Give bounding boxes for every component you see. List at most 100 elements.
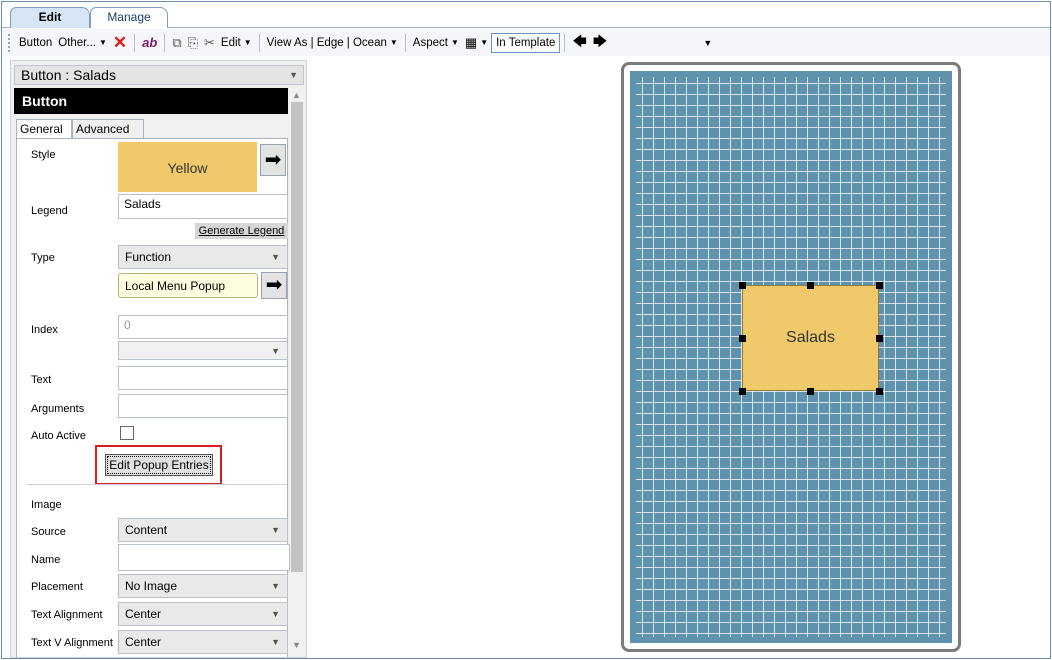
resize-handle[interactable] xyxy=(739,282,746,289)
resize-handle[interactable] xyxy=(807,282,814,289)
salads-button[interactable]: Salads xyxy=(742,285,879,391)
chevron-down-icon: ▼ xyxy=(243,38,252,47)
resize-handle[interactable] xyxy=(876,335,883,342)
name-field[interactable] xyxy=(118,544,290,571)
resize-handle[interactable] xyxy=(876,388,883,395)
source-select-value: Content xyxy=(125,523,168,537)
design-canvas[interactable]: Salads xyxy=(309,56,1050,658)
function-field[interactable]: Local Menu Popup xyxy=(118,273,258,298)
properties-panel: Button : Salads ▼ Button ▲ ▼ General Adv… xyxy=(10,60,307,658)
function-arrow-button[interactable]: ➡ xyxy=(261,272,287,299)
tab-edit[interactable]: Edit xyxy=(10,7,90,28)
name-label: Name xyxy=(31,554,61,566)
text-label: Text xyxy=(31,374,52,386)
placement-label: Placement xyxy=(31,581,83,593)
placement-select-value: No Image xyxy=(125,579,178,593)
type-select-value: Function xyxy=(125,250,172,264)
arguments-label: Arguments xyxy=(31,403,85,415)
style-swatch[interactable]: Yellow xyxy=(118,142,257,192)
edit-label: Edit xyxy=(220,36,241,49)
arguments-field[interactable] xyxy=(118,394,288,418)
panel-header: Button xyxy=(14,88,288,114)
view-as-dropdown[interactable]: View As | Edge | Ocean ▼ xyxy=(264,33,401,53)
source-label: Source xyxy=(31,526,66,538)
arrow-right-icon[interactable]: 🡆 xyxy=(590,33,610,53)
text-field[interactable] xyxy=(118,366,288,390)
panel-scrollbar[interactable]: ▲ ▼ xyxy=(288,88,305,657)
chevron-down-icon: ▼ xyxy=(271,252,280,262)
rename-ab-icon[interactable]: ab xyxy=(139,33,160,53)
button-tool[interactable]: Button xyxy=(16,33,55,53)
tab-bar: Edit Manage xyxy=(2,2,1050,28)
copy-icon[interactable]: ⧉ xyxy=(169,33,184,53)
resize-handle[interactable] xyxy=(876,282,883,289)
toolbar-grip[interactable] xyxy=(8,33,12,52)
aspect-dropdown[interactable]: Aspect ▼ xyxy=(410,33,462,53)
type-label: Type xyxy=(31,252,55,264)
chevron-down-icon: ▼ xyxy=(271,609,280,619)
resize-handle[interactable] xyxy=(807,388,814,395)
scroll-up-icon[interactable]: ▲ xyxy=(292,90,301,100)
other-label: Other... xyxy=(58,36,96,49)
auto-active-label: Auto Active xyxy=(31,430,87,442)
text-v-alignment-select-value: Center xyxy=(125,635,162,649)
general-tab-content: Style Yellow ➡ Legend Salads Generate Le… xyxy=(16,138,290,657)
text-alignment-select[interactable]: Center ▼ xyxy=(118,602,288,626)
resize-handle[interactable] xyxy=(739,388,746,395)
scrollbar-thumb[interactable] xyxy=(291,102,303,572)
index-field[interactable]: 0 xyxy=(118,315,288,339)
style-arrow-button[interactable]: ➡ xyxy=(260,144,286,176)
tab-advanced[interactable]: Advanced xyxy=(72,119,144,138)
image-section-label: Image xyxy=(31,499,62,511)
arrow-left-icon[interactable]: 🡄 xyxy=(569,33,589,53)
toolbar-separator xyxy=(258,33,260,52)
arrow-right-icon: ➡ xyxy=(264,149,282,171)
navigation-combo[interactable]: ▼ xyxy=(618,34,718,52)
grid-icon: ▦ xyxy=(464,34,478,50)
chevron-down-icon: ▼ xyxy=(450,38,459,47)
toolbar-separator xyxy=(164,33,166,52)
object-selector[interactable]: Button : Salads ▼ xyxy=(14,65,304,85)
tab-general[interactable]: General xyxy=(16,119,72,138)
in-template-toggle[interactable]: In Template xyxy=(491,32,561,53)
chevron-down-icon: ▼ xyxy=(289,70,298,80)
delete-icon[interactable]: ✕ xyxy=(110,33,130,53)
cut-icon[interactable]: ✂ xyxy=(201,33,218,53)
editor-window: Edit Manage Button Other... ▼ ✕ ab ⧉ ⎘ ✂ … xyxy=(1,1,1051,659)
placement-select[interactable]: No Image ▼ xyxy=(118,574,288,598)
object-selector-value: Button : Salads xyxy=(21,67,116,83)
grid-dropdown[interactable]: ▦ ▼ xyxy=(462,33,491,53)
toolbar: Button Other... ▼ ✕ ab ⧉ ⎘ ✂ Edit ▼ View A… xyxy=(2,29,1050,56)
scroll-down-icon[interactable]: ▼ xyxy=(292,640,301,650)
chevron-down-icon: ▼ xyxy=(389,38,398,47)
paste-icon[interactable]: ⎘ xyxy=(185,33,201,53)
chevron-down-icon: ▼ xyxy=(480,38,489,47)
section-divider xyxy=(27,484,287,485)
source-select[interactable]: Content ▼ xyxy=(118,518,288,542)
chevron-down-icon: ▼ xyxy=(98,38,107,47)
edit-popup-entries-button[interactable]: Edit Popup Entries xyxy=(105,454,213,476)
edit-dropdown[interactable]: Edit ▼ xyxy=(218,33,255,53)
index-label: Index xyxy=(31,324,58,336)
generate-legend-link[interactable]: Generate Legend xyxy=(195,223,288,239)
device-frame: Salads xyxy=(621,62,961,652)
layout-grid[interactable]: Salads xyxy=(630,71,952,643)
legend-field[interactable]: Salads xyxy=(118,194,288,219)
auto-active-checkbox[interactable] xyxy=(120,426,134,440)
chevron-down-icon: ▼ xyxy=(271,346,280,356)
chevron-down-icon: ▼ xyxy=(271,525,280,535)
view-as-label: View As | Edge | Ocean xyxy=(266,36,387,49)
index-select[interactable]: ▼ xyxy=(118,341,288,360)
chevron-down-icon: ▼ xyxy=(271,637,280,647)
arrow-right-icon: ➡ xyxy=(265,274,283,296)
tab-manage[interactable]: Manage xyxy=(90,7,168,28)
aspect-label: Aspect xyxy=(412,36,448,49)
type-select[interactable]: Function ▼ xyxy=(118,245,288,269)
resize-handle[interactable] xyxy=(739,335,746,342)
other-dropdown[interactable]: Other... ▼ xyxy=(55,33,110,53)
toolbar-separator xyxy=(134,33,136,52)
text-v-alignment-select[interactable]: Center ▼ xyxy=(118,630,288,654)
legend-label: Legend xyxy=(31,205,68,217)
chevron-down-icon: ▼ xyxy=(271,581,280,591)
text-alignment-select-value: Center xyxy=(125,607,162,621)
